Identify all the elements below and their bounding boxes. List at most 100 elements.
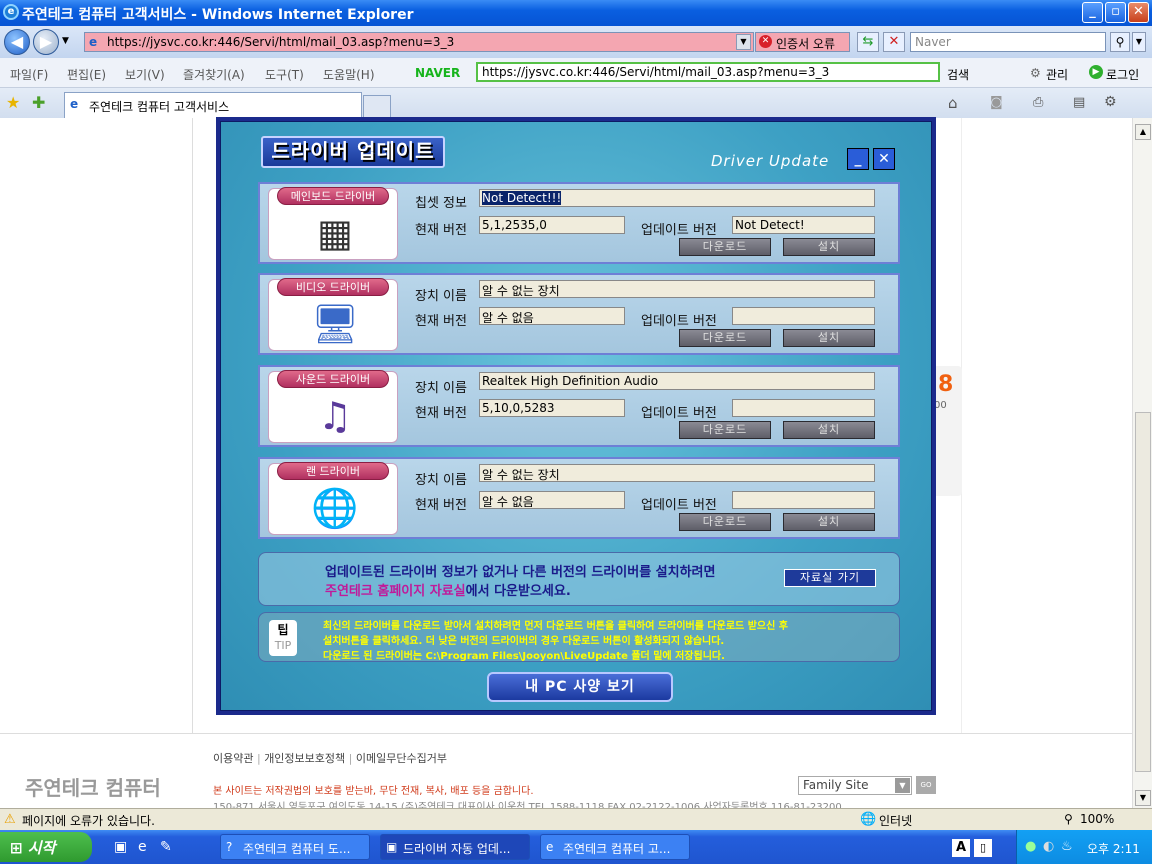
scroll-down-icon[interactable]: ▼ bbox=[1135, 790, 1151, 806]
tray-icon-3[interactable]: ♨ bbox=[1061, 839, 1073, 854]
section-video: 비디오 드라이버 🖥 장치 이름 알 수 없는 장치 현재 버전 알 수 없음 … bbox=[258, 273, 900, 355]
footer-link-privacy[interactable]: 개인정보보호정책 bbox=[264, 752, 345, 765]
history-dropdown-icon[interactable]: ▼ bbox=[62, 36, 69, 46]
section-mainboard: 메인보드 드라이버 ▦ 칩셋 정보 Not Detect!!! 현재 버전 5,… bbox=[258, 182, 900, 264]
pc-spec-button[interactable]: 내 PC 사양 보기 bbox=[487, 672, 673, 702]
side-widget-number: 8 bbox=[938, 372, 954, 397]
status-zoom[interactable]: 100% bbox=[1080, 812, 1114, 826]
address-toolbar: ◀ ▶ ▼ e https://jysvc.co.kr:446/Servi/ht… bbox=[0, 26, 1152, 58]
forward-button[interactable]: ▶ bbox=[33, 29, 59, 55]
vertical-scrollbar[interactable]: ▲ ▼ bbox=[1132, 118, 1152, 808]
naver-toolbar-url[interactable]: https://jysvc.co.kr:446/Servi/html/mail_… bbox=[476, 62, 940, 82]
info-line-2: 주연테크 홈페이지 자료실에서 다운받으세요. bbox=[325, 580, 571, 599]
menu-favorites[interactable]: 즐겨찾기(A) bbox=[183, 66, 245, 83]
section-title: 사운드 드라이버 bbox=[277, 370, 389, 388]
section-title: 메인보드 드라이버 bbox=[277, 187, 389, 205]
feeds-icon[interactable]: ◙ bbox=[990, 95, 1003, 110]
cert-error-icon: ✕ bbox=[759, 35, 772, 48]
scroll-up-icon[interactable]: ▲ bbox=[1135, 124, 1151, 140]
print-icon[interactable]: ⎙ bbox=[1033, 95, 1043, 110]
footer-logo: 주연테크 컴퓨터 bbox=[25, 776, 161, 800]
tray-icon-1[interactable]: ● bbox=[1025, 839, 1036, 854]
menu-file[interactable]: 파일(F) bbox=[10, 66, 48, 83]
family-site-select[interactable]: Family Site ▼ bbox=[798, 776, 912, 795]
ie-task-icon: e bbox=[546, 840, 554, 854]
install-button[interactable]: 설치 bbox=[783, 421, 875, 439]
taskbar-item-1[interactable]: ? 주연테크 컴퓨터 도... bbox=[220, 834, 370, 860]
dialog-minimize-button[interactable]: _ bbox=[847, 148, 869, 170]
start-label: 시작 bbox=[27, 839, 56, 857]
menu-tools[interactable]: 도구(T) bbox=[265, 66, 304, 83]
maximize-button[interactable]: ▫ bbox=[1105, 2, 1126, 23]
taskbar-item-2[interactable]: ▣ 드라이버 자동 업데... bbox=[380, 834, 530, 860]
add-favorites-icon[interactable]: ✚ bbox=[32, 93, 45, 112]
address-dropdown-icon[interactable]: ▼ bbox=[736, 34, 751, 50]
taskbar: ⊞ 시작 ▣ e ✎ ? 주연테크 컴퓨터 도... ▣ 드라이버 자동 업데.… bbox=[0, 830, 1152, 864]
show-desktop-icon[interactable]: ▣ bbox=[114, 839, 127, 855]
search-dropdown-icon[interactable]: ▼ bbox=[1132, 32, 1146, 52]
warning-icon[interactable]: ⚠ bbox=[4, 812, 16, 827]
status-zone: 인터넷 bbox=[879, 814, 913, 828]
new-tab-button[interactable] bbox=[363, 95, 391, 118]
update-app-icon: ▣ bbox=[386, 840, 398, 854]
status-error-text[interactable]: 페이지에 오류가 있습니다. bbox=[22, 812, 155, 829]
current-version-label: 현재 버전 bbox=[415, 406, 467, 421]
current-version-label: 현재 버전 bbox=[415, 498, 467, 513]
minimize-button[interactable]: _ bbox=[1082, 2, 1103, 23]
naver-search-button[interactable]: 검색 bbox=[947, 66, 969, 83]
footer-links: 이용약관 | 개인정보보호정책 | 이메일무단수집거부 bbox=[213, 752, 447, 765]
install-button[interactable]: 설치 bbox=[783, 238, 875, 256]
family-site-go-button[interactable]: GO bbox=[916, 776, 936, 794]
current-version-label: 현재 버전 bbox=[415, 223, 467, 238]
footer-link-email[interactable]: 이메일무단수집거부 bbox=[356, 752, 447, 765]
clock[interactable]: 오후 2:11 bbox=[1087, 840, 1140, 857]
address-bar[interactable]: e https://jysvc.co.kr:446/Servi/html/mai… bbox=[84, 32, 754, 52]
download-button[interactable]: 다운로드 bbox=[679, 513, 771, 531]
download-button[interactable]: 다운로드 bbox=[679, 238, 771, 256]
install-button[interactable]: 설치 bbox=[783, 329, 875, 347]
menu-help[interactable]: 도움말(H) bbox=[323, 66, 375, 83]
mainboard-icon-box: 메인보드 드라이버 ▦ bbox=[268, 187, 398, 260]
ime-icon[interactable]: A bbox=[952, 839, 970, 857]
ie-quicklaunch-icon[interactable]: e bbox=[138, 839, 147, 855]
tab-title: 주연테크 컴퓨터 고객서비스 bbox=[89, 100, 230, 114]
stop-icon[interactable]: ✕ bbox=[883, 32, 905, 52]
current-version-field: 5,10,0,5283 bbox=[479, 399, 625, 417]
update-version-field: Not Detect! bbox=[732, 216, 875, 234]
update-version-label: 업데이트 버전 bbox=[641, 498, 717, 513]
menu-edit[interactable]: 편집(E) bbox=[67, 66, 106, 83]
favorites-star-icon[interactable]: ★ bbox=[6, 93, 20, 112]
zoom-icon: ⚲ bbox=[1064, 812, 1073, 826]
quicklaunch-icon[interactable]: ✎ bbox=[160, 839, 172, 855]
dialog-close-button[interactable]: ✕ bbox=[873, 148, 895, 170]
download-button[interactable]: 다운로드 bbox=[679, 421, 771, 439]
search-icon[interactable]: ⚲ bbox=[1110, 32, 1130, 52]
manage-button[interactable]: 관리 bbox=[1046, 66, 1068, 83]
search-input[interactable]: Naver bbox=[910, 32, 1106, 52]
menu-view[interactable]: 보기(V) bbox=[125, 66, 165, 83]
install-button[interactable]: 설치 bbox=[783, 513, 875, 531]
footer-link-terms[interactable]: 이용약관 bbox=[213, 752, 253, 765]
login-button[interactable]: 로그인 bbox=[1106, 66, 1139, 83]
footer-copyright: 본 사이트는 저작권법의 보호를 받는바, 무단 전재, 복사, 배포 등을 금… bbox=[213, 786, 534, 797]
refresh-icon[interactable]: ⇆ bbox=[857, 32, 879, 52]
tab-current[interactable]: e 주연테크 컴퓨터 고객서비스 bbox=[64, 92, 362, 118]
section-sound: 사운드 드라이버 ♫ 장치 이름 Realtek High Definition… bbox=[258, 365, 900, 447]
field1-label: 장치 이름 bbox=[415, 381, 467, 396]
back-button[interactable]: ◀ bbox=[4, 29, 30, 55]
update-version-field bbox=[732, 307, 875, 325]
scroll-thumb[interactable] bbox=[1135, 412, 1151, 772]
home-icon[interactable]: ⌂ bbox=[948, 94, 958, 112]
window-title-bar[interactable]: e 주연테크 컴퓨터 고객서비스 - Windows Internet Expl… bbox=[0, 0, 1152, 26]
close-button[interactable]: ✕ bbox=[1128, 2, 1149, 23]
download-button[interactable]: 다운로드 bbox=[679, 329, 771, 347]
tools-icon[interactable]: ⚙ bbox=[1104, 94, 1117, 110]
taskbar-item-3[interactable]: e 주연테크 컴퓨터 고... bbox=[540, 834, 690, 860]
start-button[interactable]: ⊞ 시작 bbox=[0, 832, 92, 862]
library-button[interactable]: 자료실 가기 bbox=[784, 569, 876, 587]
homepage-library-link[interactable]: 주연테크 홈페이지 자료실 bbox=[325, 584, 466, 599]
page-menu-icon[interactable]: ▤ bbox=[1073, 95, 1085, 110]
ime-mode-icon[interactable]: ▯ bbox=[974, 839, 992, 857]
certificate-error-button[interactable]: ✕ 인증서 오류 bbox=[755, 32, 850, 52]
tray-icon-2[interactable]: ◐ bbox=[1043, 839, 1054, 854]
